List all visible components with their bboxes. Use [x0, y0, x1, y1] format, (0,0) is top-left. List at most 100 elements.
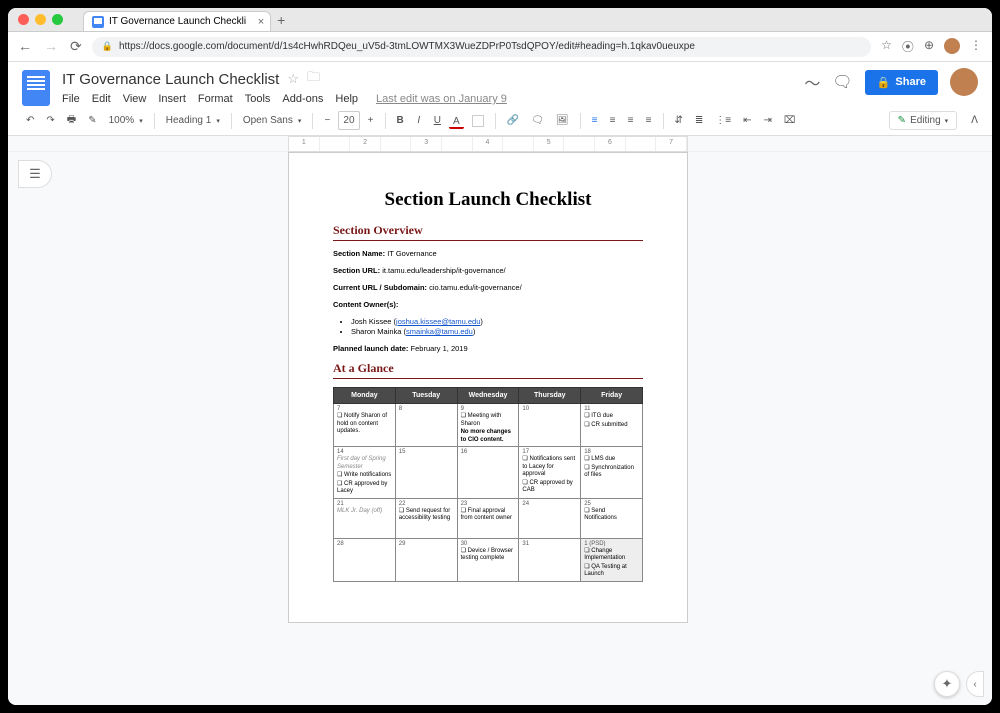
outline-toggle-button[interactable]: ☰ [18, 160, 52, 188]
calendar-cell: 18LMS dueSynchronization of files [581, 447, 643, 499]
calendar-cell: 30Device / Browser testing complete [457, 538, 519, 581]
browser-urlbar: ← → ⟳ 🔒 https://docs.google.com/document… [8, 32, 992, 62]
bulleted-list-button[interactable]: ⋮≡ [711, 112, 735, 129]
forward-button[interactable]: → [44, 38, 58, 55]
numbered-list-button[interactable]: ≣ [691, 112, 707, 129]
menu-edit[interactable]: Edit [92, 93, 111, 105]
last-edit-link[interactable]: Last edit was on January 9 [376, 93, 507, 105]
undo-button[interactable]: ↶ [22, 112, 38, 129]
minimize-window-button[interactable] [35, 14, 46, 25]
style-select[interactable]: Heading 1 [162, 113, 224, 128]
star-icon[interactable]: ☆ [287, 71, 299, 87]
section-overview-heading: Section Overview [333, 223, 643, 241]
fontsize-increase[interactable]: + [364, 112, 378, 129]
calendar-cell: 29 [395, 538, 457, 581]
menu-tools[interactable]: Tools [245, 93, 271, 105]
back-button[interactable]: ← [18, 38, 32, 55]
calendar-table: MondayTuesdayWednesdayThursdayFriday 7No… [333, 387, 643, 582]
close-tab-icon[interactable]: × [258, 16, 264, 28]
font-select[interactable]: Open Sans [239, 113, 306, 128]
increase-indent-button[interactable]: ⇥ [760, 112, 776, 129]
calendar-cell: 31 [519, 538, 581, 581]
text-color-button[interactable]: A [449, 113, 464, 129]
calendar-cell: 1 (PSD)Change ImplementationQA Testing a… [581, 538, 643, 581]
calendar-cell: 22Send request for accessibility testing [395, 498, 457, 538]
document-title[interactable]: IT Governance Launch Checklist [62, 71, 279, 88]
line-spacing-button[interactable]: ⇵ [671, 112, 687, 129]
window-titlebar: IT Governance Launch Checkli × + [8, 8, 992, 32]
extension-icon[interactable]: ⊕ [924, 38, 934, 55]
tab-title: IT Governance Launch Checkli [109, 16, 246, 27]
calendar-cell: 9Meeting with SharonNo more changes to C… [457, 404, 519, 447]
align-right-button[interactable]: ≡ [624, 112, 638, 129]
calendar-cell: 11ITG dueCR submitted [581, 404, 643, 447]
bold-button[interactable]: B [393, 112, 408, 129]
share-button[interactable]: 🔒Share [865, 70, 938, 95]
calendar-header: Monday [334, 388, 396, 404]
calendar-header: Wednesday [457, 388, 519, 404]
document-page[interactable]: Section Launch Checklist Section Overvie… [288, 152, 688, 623]
side-panel-toggle[interactable]: ‹ [966, 671, 984, 697]
calendar-header: Thursday [519, 388, 581, 404]
address-bar[interactable]: 🔒 https://docs.google.com/document/d/1s4… [92, 37, 871, 57]
highlight-color-button[interactable] [468, 112, 488, 130]
extension-icon[interactable]: ⦿ [902, 38, 914, 55]
bookmark-star-icon[interactable]: ☆ [881, 38, 892, 55]
insert-comment-button[interactable]: 🗨 [527, 112, 548, 129]
at-a-glance-heading: At a Glance [333, 361, 643, 379]
menu-file[interactable]: File [62, 93, 80, 105]
calendar-cell: 10 [519, 404, 581, 447]
url-text: https://docs.google.com/document/d/1s4cH… [119, 41, 695, 52]
comments-icon[interactable]: 🗨 [832, 72, 852, 92]
explore-button[interactable]: ✦ [934, 671, 960, 697]
menu-insert[interactable]: Insert [158, 93, 186, 105]
calendar-cell: 17Notifications sent to Lacey for approv… [519, 447, 581, 499]
menu-format[interactable]: Format [198, 93, 233, 105]
reload-button[interactable]: ⟳ [70, 38, 82, 55]
calendar-cell: 23Final approval from content owner [457, 498, 519, 538]
activity-icon[interactable]: 〜 [804, 70, 820, 94]
fontsize-decrease[interactable]: − [320, 112, 334, 129]
insert-image-button[interactable]: 🖼 [552, 112, 573, 129]
menu-help[interactable]: Help [335, 93, 358, 105]
pencil-icon: ✎ [898, 115, 906, 126]
align-left-button[interactable]: ≡ [588, 112, 602, 129]
underline-button[interactable]: U [430, 112, 445, 129]
calendar-header: Friday [581, 388, 643, 404]
align-center-button[interactable]: ≡ [606, 112, 620, 129]
move-folder-icon[interactable]: 🗀 [307, 68, 320, 90]
maximize-window-button[interactable] [52, 14, 63, 25]
doc-title-heading: Section Launch Checklist [333, 189, 643, 211]
owners-list: Josh Kissee (joshua.kissee@tamu.edu)Shar… [351, 317, 643, 336]
calendar-cell: 8 [395, 404, 457, 447]
browser-menu-icon[interactable]: ⋮ [970, 38, 982, 55]
close-window-button[interactable] [18, 14, 29, 25]
browser-tab[interactable]: IT Governance Launch Checkli × [83, 11, 271, 31]
menu-addons[interactable]: Add-ons [282, 93, 323, 105]
account-avatar[interactable] [950, 68, 978, 96]
owner-item: Josh Kissee (joshua.kissee@tamu.edu) [351, 317, 643, 326]
decrease-indent-button[interactable]: ⇤ [739, 112, 755, 129]
toolbar: ↶ ↷ 🖶 ✎ 100% Heading 1 Open Sans − 20 + … [8, 106, 992, 136]
clear-formatting-button[interactable]: ⌧ [780, 112, 800, 129]
redo-button[interactable]: ↷ [42, 112, 58, 129]
calendar-cell: 21MLK Jr. Day (off) [334, 498, 396, 538]
profile-avatar-icon[interactable] [944, 38, 960, 54]
menu-view[interactable]: View [123, 93, 147, 105]
new-tab-button[interactable]: + [277, 12, 285, 28]
zoom-select[interactable]: 100% [105, 113, 147, 128]
insert-link-button[interactable]: 🔗 [503, 112, 523, 129]
calendar-cell: 14First day of Spring SemesterWrite noti… [334, 447, 396, 499]
align-justify-button[interactable]: ≡ [642, 112, 656, 129]
lock-icon: 🔒 [102, 41, 113, 52]
collapse-toolbar-button[interactable]: ᐱ [971, 115, 978, 126]
italic-button[interactable]: I [412, 112, 426, 129]
mode-select[interactable]: ✎Editing▾ [889, 111, 957, 130]
print-button[interactable]: 🖶 [63, 109, 80, 132]
ruler[interactable]: 1234567 [8, 136, 992, 152]
fontsize-input[interactable]: 20 [338, 111, 359, 130]
calendar-cell: 28 [334, 538, 396, 581]
paint-format-button[interactable]: ✎ [84, 112, 100, 129]
docs-favicon-icon [92, 16, 104, 28]
google-docs-logo-icon[interactable] [22, 70, 50, 106]
